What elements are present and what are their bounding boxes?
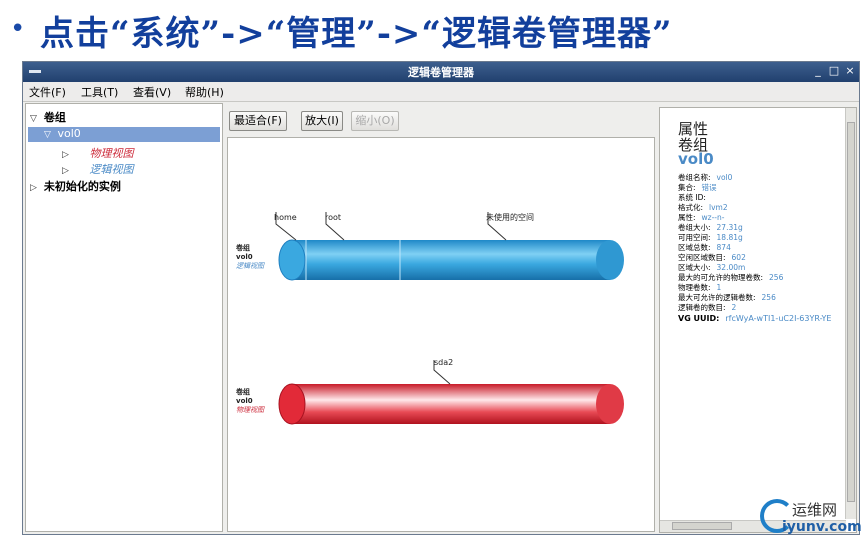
scroll-thumb[interactable] (672, 522, 732, 530)
tree-label-volume-groups: 卷组 (43, 111, 66, 124)
tree-label-physical-view: 物理视图 (89, 147, 134, 160)
maximize-button[interactable]: □ (827, 64, 841, 77)
logical-volume-cylinder[interactable] (278, 239, 624, 281)
segment-label-home[interactable]: home (274, 213, 297, 222)
prop-row: 逻辑卷的数目: 2 (678, 303, 737, 312)
tree-item-logical-view[interactable]: ▷ 逻辑视图 (62, 161, 134, 177)
close-button[interactable]: × (843, 64, 857, 77)
prop-row-uuid: VG UUID: rfcWyA-wTI1-uC2I-63YR-YE (678, 314, 832, 323)
bullet: • (10, 14, 26, 44)
expanded-triangle-icon[interactable]: ▽ (44, 130, 54, 140)
watermark-en: iyunv.com (782, 519, 862, 535)
site-watermark: 运维网 iyunv.com (760, 497, 862, 539)
menu-bar: 文件(F) 工具(T) 查看(V) 帮助(H) (23, 82, 859, 102)
segment-label-unused[interactable]: 未使用的空间 (486, 212, 534, 222)
expanded-triangle-icon[interactable]: ▽ (30, 114, 40, 124)
menu-file[interactable]: 文件(F) (29, 84, 66, 100)
zoom-out-button[interactable]: 缩小(O) (351, 111, 399, 131)
logical-label-view: 逻辑视图 (236, 262, 265, 270)
zoom-in-button[interactable]: 放大(I) (301, 111, 343, 131)
tree-label-logical-view: 逻辑视图 (89, 163, 134, 176)
slide-heading: 点击“系统”->“管理”->“逻辑卷管理器” (40, 14, 673, 54)
properties-pane: 属性 卷组 vol0 卷组名称: vol0 集合: 错误 系统 ID: 格式化: lv… (659, 107, 857, 533)
scroll-thumb[interactable] (847, 122, 855, 502)
logical-label-vol0: vol0 (236, 253, 253, 261)
watermark-cn: 运维网 (792, 501, 838, 519)
menu-tools[interactable]: 工具(T) (81, 84, 118, 100)
logical-segment-leaders (275, 212, 507, 241)
slide-title: • 点击“系统”->“管理”->“逻辑卷管理器” (0, 0, 864, 58)
tree-item-vol0[interactable]: ▽ vol0 (28, 127, 220, 142)
lvm-window: 逻辑卷管理器 _ □ × 文件(F) 工具(T) 查看(V) 帮助(H) ▽ 卷… (22, 61, 860, 535)
physical-volume-cylinder[interactable] (278, 383, 624, 425)
window-title: 逻辑卷管理器 (408, 66, 474, 79)
tree-label-uninitialized: 未初始化的实例 (43, 180, 121, 193)
volume-diagram: home root 未使用的空间 卷组 vol0 逻辑视图 sda2 卷组 vo… (236, 212, 624, 425)
minimize-button[interactable]: _ (811, 64, 825, 77)
tree-label-vol0: vol0 (57, 127, 81, 140)
tree-item-uninitialized[interactable]: ▷ 未初始化的实例 (30, 178, 121, 194)
physical-label-vol0: vol0 (236, 397, 253, 405)
properties-vg-name: vol0 (678, 150, 714, 168)
menu-help[interactable]: 帮助(H) (185, 84, 224, 100)
segment-label-root[interactable]: root (325, 213, 341, 222)
window-titlebar[interactable]: 逻辑卷管理器 _ □ × (23, 62, 859, 82)
menu-view[interactable]: 查看(V) (133, 84, 171, 100)
physical-label-view: 物理视图 (236, 406, 265, 414)
collapsed-triangle-icon[interactable]: ▷ (62, 150, 72, 160)
properties-vertical-scrollbar[interactable] (845, 108, 856, 519)
logical-label-vg: 卷组 (236, 243, 250, 252)
segment-label-sda2[interactable]: sda2 (434, 358, 453, 367)
collapsed-triangle-icon[interactable]: ▷ (30, 183, 40, 193)
tree-item-volume-groups[interactable]: ▽ 卷组 (30, 109, 66, 125)
best-fit-button[interactable]: 最适合(F) (229, 111, 287, 131)
volume-canvas: home root 未使用的空间 卷组 vol0 逻辑视图 sda2 卷组 vo… (227, 137, 655, 532)
collapsed-triangle-icon[interactable]: ▷ (62, 166, 72, 176)
tree-pane: ▽ 卷组 ▽ vol0 ▷ 物理视图 ▷ 逻辑视图 ▷ 未初始化的实例 (25, 103, 223, 532)
tree-item-physical-view[interactable]: ▷ 物理视图 (62, 145, 134, 161)
physical-label-vg: 卷组 (236, 387, 250, 396)
